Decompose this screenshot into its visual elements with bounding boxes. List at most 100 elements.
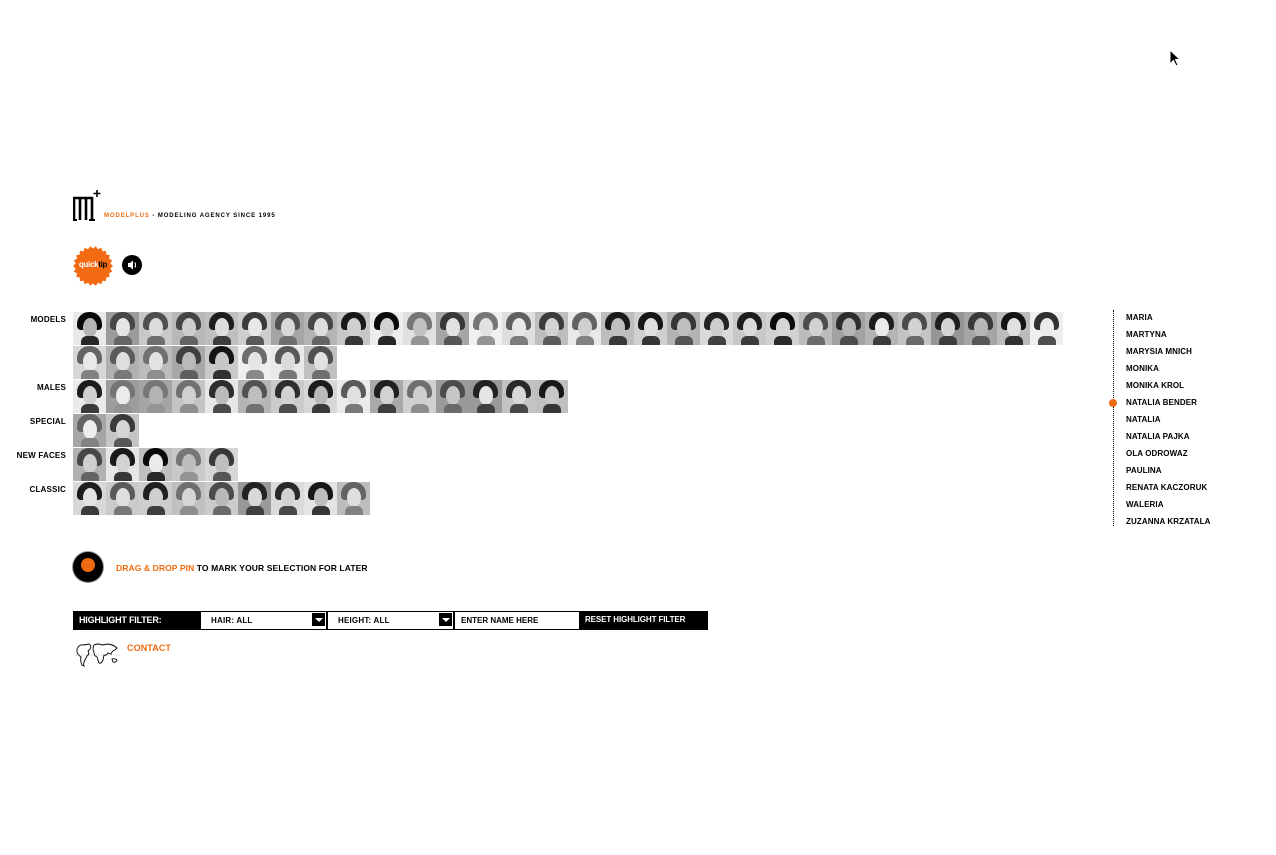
model-thumbnail[interactable] [436,380,469,413]
name-search-input[interactable] [455,612,579,629]
model-thumbnail[interactable] [370,380,403,413]
model-thumbnail[interactable] [73,346,106,379]
model-thumbnail[interactable] [964,312,997,345]
model-thumbnail[interactable] [469,380,502,413]
model-thumbnail[interactable] [865,312,898,345]
world-map-icon[interactable] [75,641,121,668]
model-thumbnail[interactable] [733,312,766,345]
model-thumbnail[interactable] [436,312,469,345]
model-thumbnail[interactable] [469,312,502,345]
model-thumbnail[interactable] [502,380,535,413]
quick-tip-button[interactable]: quicktip [73,246,113,286]
category-label-special[interactable]: SPECIAL [30,417,66,426]
model-thumbnail[interactable] [271,312,304,345]
model-name-item[interactable]: MARTYNA [1126,330,1167,339]
model-thumbnail[interactable] [898,312,931,345]
model-thumbnail[interactable] [667,312,700,345]
model-thumbnail[interactable] [139,482,172,515]
model-thumbnail[interactable] [139,380,172,413]
model-name-item[interactable]: NATALIA BENDER [1126,398,1197,407]
category-label-classic[interactable]: CLASSIC [29,485,66,494]
model-thumbnail[interactable] [931,312,964,345]
model-thumbnail[interactable] [337,380,370,413]
model-name-item[interactable]: OLA ODROWAZ [1126,449,1188,458]
model-name-item[interactable]: RENATA KACZORUK [1126,483,1207,492]
model-thumbnail[interactable] [73,448,106,481]
model-thumbnail[interactable] [238,380,271,413]
model-thumbnail[interactable] [997,312,1030,345]
model-thumbnail[interactable] [205,482,238,515]
model-thumbnail[interactable] [106,380,139,413]
model-thumbnail[interactable] [271,380,304,413]
model-thumbnail[interactable] [634,312,667,345]
model-thumbnail[interactable] [502,312,535,345]
model-thumbnail[interactable] [205,380,238,413]
height-select[interactable]: HEIGHT: ALL [328,612,453,629]
category-label-models[interactable]: MODELS [31,315,66,324]
model-name-item[interactable]: MONIKA KROL [1126,381,1184,390]
model-thumbnail[interactable] [337,312,370,345]
model-thumbnail[interactable] [601,312,634,345]
model-thumbnail[interactable] [172,380,205,413]
model-thumbnail[interactable] [139,346,172,379]
model-thumbnail[interactable] [238,482,271,515]
chevron-down-icon[interactable] [439,613,452,626]
sound-toggle-button[interactable] [122,255,142,275]
model-thumbnail[interactable] [106,482,139,515]
model-name-item[interactable]: NATALIA [1126,415,1161,424]
model-thumbnail[interactable] [832,312,865,345]
model-thumbnail[interactable] [106,346,139,379]
model-thumbnail[interactable] [271,346,304,379]
model-thumbnail[interactable] [766,312,799,345]
model-thumbnail[interactable] [172,346,205,379]
category-label-new-faces[interactable]: NEW FACES [17,451,66,460]
model-thumbnail[interactable] [535,380,568,413]
model-thumbnail[interactable] [535,312,568,345]
model-thumbnail[interactable] [238,312,271,345]
model-name-item[interactable]: NATALIA PAJKA [1126,432,1190,441]
model-thumbnail[interactable] [304,482,337,515]
drag-drop-pin[interactable] [73,552,103,582]
model-thumbnail[interactable] [700,312,733,345]
model-name-item[interactable]: WALERIA [1126,500,1164,509]
model-thumbnail[interactable] [799,312,832,345]
model-thumbnail[interactable] [172,482,205,515]
model-thumbnail[interactable] [205,312,238,345]
model-thumbnail[interactable] [403,380,436,413]
model-thumbnail[interactable] [106,448,139,481]
logo[interactable]: MODELPLUS - MODELING AGENCY SINCE 1995 [73,188,276,224]
category-label-males[interactable]: MALES [37,383,66,392]
chevron-down-icon[interactable] [312,613,325,626]
model-name-item[interactable]: MONIKA [1126,364,1159,373]
model-thumbnail[interactable] [139,448,172,481]
model-name-item[interactable]: MARYSIA MNICH [1126,347,1192,356]
model-thumbnail[interactable] [304,380,337,413]
model-thumbnail[interactable] [139,312,172,345]
model-thumbnail[interactable] [205,448,238,481]
model-thumbnail[interactable] [205,346,238,379]
model-thumbnail[interactable] [73,482,106,515]
model-thumbnail[interactable] [304,346,337,379]
model-thumbnail[interactable] [172,448,205,481]
model-thumbnail[interactable] [304,312,337,345]
model-thumbnail[interactable] [73,414,106,447]
model-thumbnail[interactable] [568,312,601,345]
model-name-item[interactable]: PAULINA [1126,466,1162,475]
contact-link[interactable]: CONTACT [127,643,171,653]
model-thumbnail[interactable] [73,380,106,413]
reset-filter-button[interactable]: RESET HIGHLIGHT FILTER [585,615,685,624]
model-thumbnail[interactable] [337,482,370,515]
model-thumbnail[interactable] [403,312,436,345]
model-thumbnail[interactable] [370,312,403,345]
model-thumbnail[interactable] [1030,312,1063,345]
tagline: MODELPLUS - MODELING AGENCY SINCE 1995 [104,213,276,219]
model-thumbnail[interactable] [271,482,304,515]
model-thumbnail[interactable] [172,312,205,345]
model-thumbnail[interactable] [106,414,139,447]
hair-select[interactable]: HAIR: ALL [201,612,326,629]
model-thumbnail[interactable] [238,346,271,379]
model-name-item[interactable]: ZUZANNA KRZATALA [1126,517,1211,526]
model-thumbnail[interactable] [73,312,106,345]
model-thumbnail[interactable] [106,312,139,345]
model-name-item[interactable]: MARIA [1126,313,1153,322]
